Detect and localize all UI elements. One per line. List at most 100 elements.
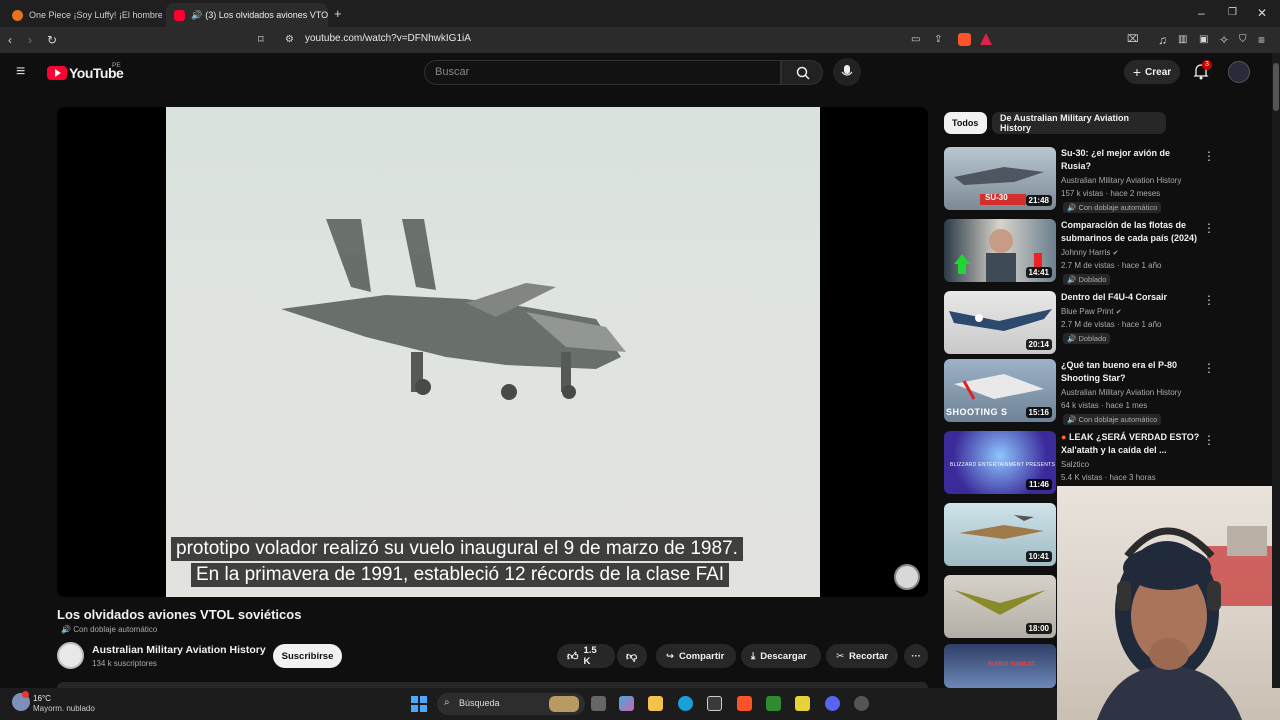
recommended-video-7[interactable]: 18:00 bbox=[944, 575, 1056, 641]
reload-icon[interactable]: ↻ bbox=[47, 33, 57, 47]
more-vertical-icon[interactable]: ⋮ bbox=[1203, 149, 1215, 163]
scrollbar-thumb[interactable] bbox=[1273, 63, 1279, 111]
close-window-icon[interactable]: ✕ bbox=[1257, 6, 1267, 20]
hamburger-menu-icon[interactable]: ≡ bbox=[16, 64, 25, 80]
dub-icon: 🔊 bbox=[1067, 334, 1079, 343]
recommended-video-2[interactable]: 14:41 Comparación de las flotas de subma… bbox=[944, 219, 1215, 285]
store-icon[interactable] bbox=[707, 696, 722, 711]
brave-rewards-icon[interactable] bbox=[980, 33, 992, 45]
windows-logo-icon bbox=[411, 696, 427, 712]
more-actions-button[interactable]: ··· bbox=[904, 644, 928, 668]
restore-icon[interactable]: ❐ bbox=[1228, 6, 1237, 20]
more-vertical-icon[interactable]: ⋮ bbox=[1203, 221, 1215, 235]
thumbs-up-icon: 👍︎ bbox=[567, 650, 579, 663]
thumbnail[interactable]: BLIZZARD ENTERTAINMENT PRESENTS 11:46 bbox=[944, 431, 1056, 494]
thumbnail[interactable]: 14:41 bbox=[944, 219, 1056, 282]
recommended-video-8[interactable]: SUPER TOMCAT bbox=[944, 644, 1056, 688]
brave-icon[interactable] bbox=[737, 696, 752, 711]
thumbs-down-icon: 👎︎ bbox=[626, 650, 638, 663]
subscribe-button[interactable]: Suscribirse bbox=[273, 644, 342, 668]
thumbnail[interactable]: 10:41 bbox=[944, 503, 1056, 566]
clip-button[interactable]: ✂ Recortar bbox=[826, 644, 898, 668]
thumbnail[interactable]: 20:14 bbox=[944, 291, 1056, 354]
video-title[interactable]: Dentro del F4U-4 Corsair bbox=[1061, 291, 1201, 304]
page-scrollbar[interactable] bbox=[1272, 53, 1280, 688]
badge-text: Doblado bbox=[1078, 275, 1107, 284]
notifications-button[interactable]: 3 bbox=[1193, 60, 1212, 81]
video-title[interactable]: Su-30: ¿el mejor avión de Rusia? bbox=[1061, 147, 1201, 172]
more-vertical-icon[interactable]: ⋮ bbox=[1203, 361, 1215, 375]
leo-ai-icon[interactable]: ✧ bbox=[1219, 33, 1229, 47]
brave-shield-icon[interactable] bbox=[958, 33, 971, 46]
search-input[interactable]: Buscar bbox=[424, 60, 781, 85]
recommended-video-6[interactable]: 10:41 bbox=[944, 503, 1056, 569]
channel-name[interactable]: Australian Military Aviation History bbox=[1061, 176, 1181, 185]
discord-icon[interactable] bbox=[825, 696, 840, 711]
recommended-video-1[interactable]: SU-30 21:48 Su-30: ¿el mejor avión de Ru… bbox=[944, 147, 1215, 213]
account-avatar[interactable] bbox=[1228, 61, 1250, 83]
channel-name[interactable]: Australian Military Aviation History bbox=[92, 644, 266, 656]
view-meta: 2.7 M de vistas · hace 1 año bbox=[1061, 261, 1162, 270]
back-icon[interactable]: ‹ bbox=[8, 33, 12, 47]
dislike-button[interactable]: 👎︎ bbox=[617, 644, 647, 668]
vpn-icon[interactable]: ⛉ bbox=[1239, 33, 1247, 47]
url-text[interactable]: youtube.com/watch?v=DFNhwkIG1iA bbox=[305, 33, 471, 44]
screenshot-icon[interactable]: ⌧ bbox=[1127, 33, 1139, 47]
tab-youtube-active[interactable]: 🔊 (3) Los olvidados aviones VTO ✕ bbox=[166, 3, 328, 27]
create-button[interactable]: + Crear bbox=[1124, 60, 1180, 84]
media-icon[interactable]: ♫ bbox=[1158, 33, 1167, 47]
download-button[interactable]: ⤓ Descargar bbox=[741, 644, 821, 668]
channel-name[interactable]: Salztico bbox=[1061, 460, 1089, 469]
minecraft-icon[interactable] bbox=[766, 696, 781, 711]
forward-icon[interactable]: › bbox=[28, 33, 32, 47]
duration-badge: 11:46 bbox=[1025, 479, 1052, 490]
tab-one-piece[interactable]: One Piece ¡Soy Luffy! ¡El hombre que bbox=[4, 3, 162, 27]
video-player[interactable]: prototipo volador realizó su vuelo inaug… bbox=[57, 107, 928, 597]
channel-avatar[interactable] bbox=[57, 642, 84, 669]
chip-channel[interactable]: De Australian Military Aviation History bbox=[992, 112, 1166, 134]
site-info-icon[interactable]: ⚙ bbox=[285, 33, 294, 47]
thumbnail[interactable]: SHOOTING S 15:16 bbox=[944, 359, 1056, 422]
copilot-icon[interactable] bbox=[619, 696, 634, 711]
channel-watermark[interactable] bbox=[894, 564, 920, 590]
task-view-icon[interactable] bbox=[591, 696, 606, 711]
duration-badge: 14:41 bbox=[1025, 267, 1052, 278]
taskbar-search[interactable]: ⌕ Búsqueda bbox=[437, 693, 585, 715]
file-explorer-icon[interactable] bbox=[648, 696, 663, 711]
voice-search-button[interactable] bbox=[833, 58, 861, 86]
search-button[interactable] bbox=[781, 60, 823, 85]
video-title[interactable]: ● LEAK ¿SERÁ VERDAD ESTO? Xal'atath y la… bbox=[1061, 431, 1201, 456]
thumbnail[interactable]: SU-30 21:48 bbox=[944, 147, 1056, 210]
thumbnail-text: BLIZZARD ENTERTAINMENT PRESENTS bbox=[950, 462, 1056, 468]
thumbnail[interactable]: SUPER TOMCAT bbox=[944, 644, 1056, 688]
sidebar-icon[interactable]: ▥ bbox=[1178, 33, 1187, 47]
more-vertical-icon[interactable]: ⋮ bbox=[1203, 433, 1215, 447]
share-button[interactable]: ↪ Compartir bbox=[656, 644, 736, 668]
notes-icon[interactable] bbox=[795, 696, 810, 711]
dub-badge: 🔊 Con doblaje automático bbox=[1063, 414, 1162, 425]
subscriber-count: 134 k suscriptores bbox=[92, 659, 157, 668]
app-icon[interactable] bbox=[854, 696, 869, 711]
video-title[interactable]: ¿Qué tan bueno era el P-80 Shooting Star… bbox=[1061, 359, 1201, 384]
channel-name[interactable]: Johnny Harris ✔ bbox=[1061, 248, 1118, 257]
thumbnail[interactable]: 18:00 bbox=[944, 575, 1056, 638]
recommended-video-4[interactable]: SHOOTING S 15:16 ¿Qué tan bueno era el P… bbox=[944, 359, 1215, 425]
share-page-icon[interactable]: ⇪ bbox=[934, 33, 942, 47]
edge-icon[interactable] bbox=[678, 696, 693, 711]
menu-icon[interactable]: ≡ bbox=[1258, 33, 1265, 47]
windows-start-icon[interactable] bbox=[411, 696, 427, 712]
new-tab-icon[interactable]: + bbox=[334, 7, 342, 21]
channel-name[interactable]: Blue Paw Print ✔ bbox=[1061, 307, 1122, 316]
duration-badge: 18:00 bbox=[1025, 623, 1052, 634]
cast-icon[interactable]: ▭ bbox=[911, 33, 920, 47]
recommended-video-3[interactable]: 20:14 Dentro del F4U-4 Corsair Blue Paw … bbox=[944, 291, 1215, 357]
chip-all[interactable]: Todos bbox=[944, 112, 987, 134]
channel-name[interactable]: Australian Military Aviation History bbox=[1061, 388, 1181, 397]
duration-badge: 20:14 bbox=[1025, 339, 1052, 350]
minimize-icon[interactable]: – bbox=[1198, 6, 1205, 20]
wallet-icon[interactable]: ▣ bbox=[1199, 33, 1208, 47]
bookmark-icon[interactable]: ⌑ bbox=[258, 33, 264, 47]
more-vertical-icon[interactable]: ⋮ bbox=[1203, 293, 1215, 307]
like-button[interactable]: 👍︎ 1.5 K bbox=[557, 644, 615, 668]
video-title[interactable]: Comparación de las flotas de submarinos … bbox=[1061, 219, 1201, 244]
